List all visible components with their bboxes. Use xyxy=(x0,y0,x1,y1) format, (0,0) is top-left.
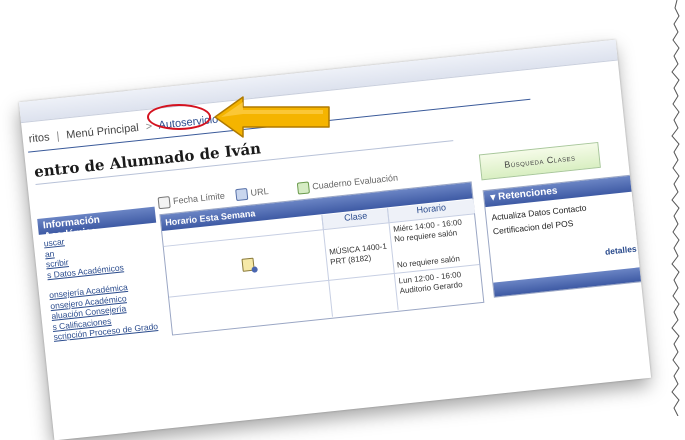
retenciones-title: Retenciones xyxy=(497,185,558,203)
breadcrumb-item-menu[interactable]: Menú Principal xyxy=(66,122,140,142)
retenciones-panel: ▾ Retenciones Actualiza Datos Contacto C… xyxy=(482,174,646,298)
screenshot-sheet: ritos | Menú Principal > Autoservicio en… xyxy=(18,39,652,440)
pointer-arrow-icon xyxy=(214,96,330,138)
url-legend[interactable]: URL xyxy=(235,186,269,202)
highlight-ellipse xyxy=(147,104,211,130)
academic-links: uscar an scribir s Datos Académicos onse… xyxy=(43,228,158,343)
detalles-link[interactable]: detalles xyxy=(605,244,638,257)
breadcrumb-divider: | xyxy=(55,130,60,143)
calendar-icon xyxy=(157,196,171,210)
retenciones-header: ▾ Retenciones xyxy=(483,175,635,208)
fecha-limite-legend[interactable]: Fecha Límite xyxy=(157,190,226,210)
deadline-calendar-icon[interactable] xyxy=(241,257,255,272)
next-panel-header xyxy=(493,267,644,297)
page-title: entro de Alumnado de Iván xyxy=(33,139,262,182)
schedule-room-2: No requiere salón xyxy=(396,254,461,270)
breadcrumb-item-favoritos[interactable]: ritos xyxy=(28,131,50,145)
url-icon xyxy=(235,187,249,202)
busqueda-clases-button[interactable]: Búsqueda Clases xyxy=(478,141,601,181)
gradebook-icon xyxy=(296,181,310,195)
